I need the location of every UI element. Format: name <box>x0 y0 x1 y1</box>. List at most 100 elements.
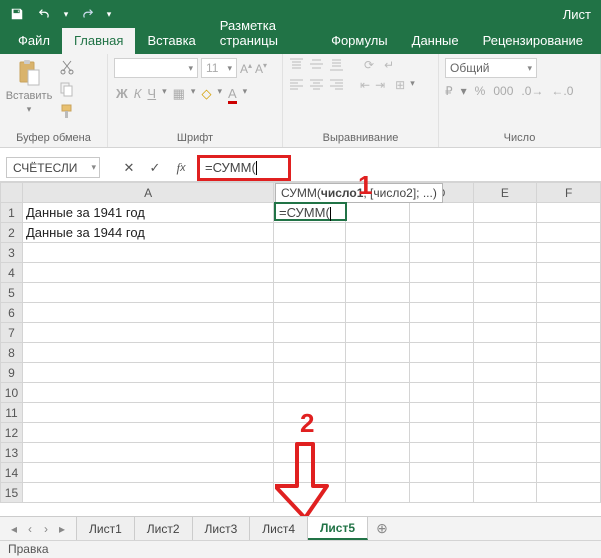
quick-access-toolbar: ▾ ▾ <box>4 2 116 26</box>
decrease-font-button[interactable]: A▾ <box>255 61 267 76</box>
tab-formulas[interactable]: Формулы <box>319 28 400 54</box>
font-size-select[interactable]: 11▾ <box>201 58 237 78</box>
cell[interactable] <box>346 203 410 223</box>
fill-color-button[interactable]: ◇ <box>201 86 211 102</box>
font-color-button[interactable]: A <box>228 86 237 102</box>
tab-home[interactable]: Главная <box>62 28 135 54</box>
sheet-tab[interactable]: Лист3 <box>193 517 251 540</box>
cell[interactable] <box>537 223 601 243</box>
group-number: Общий▾ ₽▾ % 000 .0→ ←.0 Число <box>439 54 601 147</box>
cell[interactable]: Данные за 1944 год <box>22 223 273 243</box>
row-header[interactable]: 6 <box>1 303 23 323</box>
sheet-nav-last-button[interactable]: ▸ <box>54 522 70 536</box>
increase-indent-button[interactable]: ⇥ <box>375 78 385 92</box>
cancel-formula-button[interactable]: ✕ <box>116 157 142 179</box>
row-header[interactable]: 13 <box>1 443 23 463</box>
cell[interactable] <box>346 223 410 243</box>
redo-button[interactable] <box>74 2 100 26</box>
window-title: Лист <box>563 7 597 22</box>
group-clipboard-label: Буфер обмена <box>6 130 101 147</box>
cell[interactable] <box>537 203 601 223</box>
paste-button[interactable]: Вставить ▾ <box>6 58 52 115</box>
row-header[interactable]: 14 <box>1 463 23 483</box>
undo-more-button[interactable]: ▾ <box>60 2 72 26</box>
sheet-tab-bar: ◂ ‹ › ▸ Лист1 Лист2 Лист3 Лист4 Лист5 ⊕ <box>0 516 601 540</box>
row-header[interactable]: 1 <box>1 203 23 223</box>
align-middle-button[interactable] <box>309 58 324 71</box>
row-header[interactable]: 11 <box>1 403 23 423</box>
comma-format-button[interactable]: 000 <box>493 84 513 98</box>
accept-formula-button[interactable]: ✓ <box>142 157 168 179</box>
row-header[interactable]: 5 <box>1 283 23 303</box>
sheet-nav-first-button[interactable]: ◂ <box>6 522 22 536</box>
align-center-button[interactable] <box>309 78 324 91</box>
row-header[interactable]: 2 <box>1 223 23 243</box>
row-header[interactable]: 12 <box>1 423 23 443</box>
ribbon-tabs: Файл Главная Вставка Разметка страницы Ф… <box>0 28 601 54</box>
cut-button[interactable] <box>56 58 78 76</box>
new-sheet-button[interactable]: ⊕ <box>368 520 396 537</box>
row-header[interactable]: 4 <box>1 263 23 283</box>
tab-review[interactable]: Рецензирование <box>471 28 595 54</box>
cell[interactable] <box>473 223 537 243</box>
group-font: ▾ 11▾ A▴A▾ Ж К Ч ▾ ▦▾ ◇▾ A▾ Шрифт <box>108 54 283 147</box>
row-header[interactable]: 9 <box>1 363 23 383</box>
increase-font-button[interactable]: A▴ <box>240 61 252 76</box>
format-painter-button[interactable] <box>56 102 78 120</box>
sheet-tab-active[interactable]: Лист5 <box>308 517 368 540</box>
annotation-arrow-icon <box>275 442 335 520</box>
accounting-format-button[interactable]: ₽ <box>445 84 453 98</box>
sheet-tab[interactable]: Лист2 <box>135 517 193 540</box>
copy-button[interactable] <box>56 80 78 98</box>
col-header-A[interactable]: A <box>22 183 273 203</box>
bold-button[interactable]: Ж <box>116 86 128 102</box>
row-header[interactable]: 15 <box>1 483 23 503</box>
tab-insert[interactable]: Вставка <box>135 28 207 54</box>
align-left-button[interactable] <box>289 78 304 91</box>
orientation-button[interactable]: ⟳ <box>364 58 374 72</box>
active-cell[interactable]: =СУММ( <box>274 202 347 221</box>
merge-button[interactable]: ⊞ <box>395 78 405 92</box>
sheet-nav-prev-button[interactable]: ‹ <box>22 522 38 536</box>
border-button[interactable]: ▦ <box>173 86 185 102</box>
row-header[interactable]: 8 <box>1 343 23 363</box>
select-all-button[interactable] <box>1 183 23 203</box>
decrease-indent-button[interactable]: ⇤ <box>360 78 370 92</box>
formula-input[interactable]: =СУММ( <box>197 155 291 181</box>
cell[interactable]: Данные за 1941 год <box>22 203 273 223</box>
cell[interactable] <box>409 203 473 223</box>
tab-file[interactable]: Файл <box>6 28 62 54</box>
tab-data[interactable]: Данные <box>400 28 471 54</box>
group-number-label: Число <box>445 130 594 147</box>
tab-layout[interactable]: Разметка страницы <box>208 13 319 54</box>
qat-customize-button[interactable]: ▾ <box>102 2 116 26</box>
save-button[interactable] <box>4 2 30 26</box>
sheet-tab[interactable]: Лист4 <box>250 517 308 540</box>
number-format-select[interactable]: Общий▾ <box>445 58 537 78</box>
italic-button[interactable]: К <box>134 86 142 102</box>
percent-format-button[interactable]: % <box>475 84 486 98</box>
align-bottom-button[interactable] <box>329 58 344 71</box>
row-header[interactable]: 10 <box>1 383 23 403</box>
increase-decimal-button[interactable]: .0→ <box>521 84 543 98</box>
sheet-tab[interactable]: Лист1 <box>76 517 135 540</box>
cell[interactable] <box>409 223 473 243</box>
col-header-E[interactable]: E <box>473 183 537 203</box>
group-alignment-label: Выравнивание <box>289 130 432 147</box>
undo-button[interactable] <box>32 2 58 26</box>
sheet-nav-next-button[interactable]: › <box>38 522 54 536</box>
col-header-F[interactable]: F <box>537 183 601 203</box>
align-top-button[interactable] <box>289 58 304 71</box>
font-name-select[interactable]: ▾ <box>114 58 198 78</box>
name-box[interactable]: СЧЁТЕСЛИ▾ <box>6 157 100 178</box>
row-header[interactable]: 3 <box>1 243 23 263</box>
cell[interactable] <box>473 203 537 223</box>
row-header[interactable]: 7 <box>1 323 23 343</box>
underline-button[interactable]: Ч <box>147 86 156 102</box>
insert-function-button[interactable]: fx <box>168 157 194 179</box>
annotation-1: 1 <box>358 170 372 201</box>
align-right-button[interactable] <box>329 78 344 91</box>
wrap-text-button[interactable]: ↵ <box>384 58 394 72</box>
decrease-decimal-button[interactable]: ←.0 <box>551 84 573 98</box>
cell[interactable] <box>274 223 346 243</box>
